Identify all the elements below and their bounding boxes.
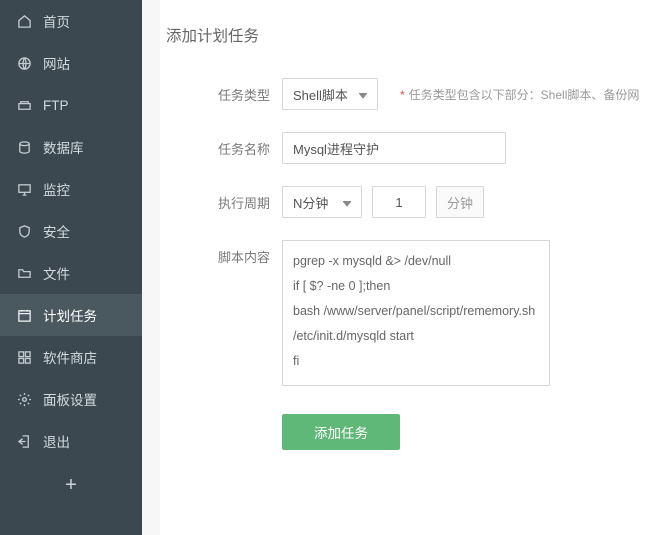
input-task-name-wrap (282, 132, 506, 164)
sidebar-item-label: 安全 (43, 221, 70, 241)
home-icon (16, 13, 32, 29)
database-icon (16, 139, 32, 155)
label-cycle: 执行周期 (218, 186, 282, 212)
shield-icon (16, 223, 32, 239)
globe-icon (16, 55, 32, 71)
select-task-type[interactable]: Shell脚本 (282, 78, 378, 110)
row-cycle: 执行周期 N分钟 分钟 (160, 186, 650, 218)
label-task-type: 任务类型 (218, 78, 282, 104)
select-value: Shell脚本 (293, 85, 348, 104)
page-title: 添加计划任务 (160, 24, 650, 46)
chevron-down-icon (359, 87, 367, 102)
sidebar-item-ftp[interactable]: FTP (0, 84, 142, 126)
main-area: 添加计划任务 任务类型 Shell脚本 *任务类型包含以下部分：Shell脚本、… (142, 0, 650, 535)
input-cycle-number-wrap (372, 186, 426, 218)
cycle-unit: 分钟 (436, 186, 484, 218)
sidebar-item-cron[interactable]: 计划任务 (0, 294, 142, 336)
sidebar-item-label: 文件 (43, 263, 70, 283)
ftp-icon (16, 97, 32, 113)
monitor-icon (16, 181, 32, 197)
sidebar-item-label: 计划任务 (43, 305, 97, 325)
sidebar-item-appstore[interactable]: 软件商店 (0, 336, 142, 378)
sidebar: 首页 网站 FTP 数据库 监控 安全 文件 计划任务 (0, 0, 142, 535)
sidebar-item-database[interactable]: 数据库 (0, 126, 142, 168)
add-task-button[interactable]: 添加任务 (282, 414, 400, 450)
sidebar-item-label: 面板设置 (43, 389, 97, 409)
label-script: 脚本内容 (218, 240, 282, 266)
sidebar-item-files[interactable]: 文件 (0, 252, 142, 294)
sidebar-item-settings[interactable]: 面板设置 (0, 378, 142, 420)
folder-icon (16, 265, 32, 281)
required-asterisk: * (400, 88, 405, 102)
gear-icon (16, 391, 32, 407)
row-task-type: 任务类型 Shell脚本 *任务类型包含以下部分：Shell脚本、备份网 (160, 78, 650, 110)
label-task-name: 任务名称 (218, 132, 282, 158)
sidebar-item-exit[interactable]: 退出 (0, 420, 142, 462)
sidebar-item-label: 软件商店 (43, 347, 97, 367)
sidebar-item-site[interactable]: 网站 (0, 42, 142, 84)
sidebar-item-label: 监控 (43, 179, 70, 199)
chevron-down-icon (343, 195, 351, 210)
sidebar-item-label: 退出 (43, 431, 70, 451)
sidebar-item-label: FTP (43, 98, 69, 113)
sidebar-item-label: 网站 (43, 53, 70, 73)
input-task-name[interactable] (293, 141, 495, 156)
task-type-hint: *任务类型包含以下部分：Shell脚本、备份网 (400, 86, 639, 103)
sidebar-item-home[interactable]: 首页 (0, 0, 142, 42)
apps-icon (16, 349, 32, 365)
sidebar-item-label: 数据库 (43, 137, 84, 157)
sidebar-item-security[interactable]: 安全 (0, 210, 142, 252)
input-cycle-number[interactable] (383, 195, 415, 210)
select-value: N分钟 (293, 193, 328, 212)
sidebar-item-monitor[interactable]: 监控 (0, 168, 142, 210)
row-script: 脚本内容 pgrep -x mysqld &> /dev/null if [ $… (160, 240, 650, 386)
calendar-icon (16, 307, 32, 323)
select-cycle[interactable]: N分钟 (282, 186, 362, 218)
sidebar-item-label: 首页 (43, 11, 70, 31)
textarea-script[interactable]: pgrep -x mysqld &> /dev/null if [ $? -ne… (282, 240, 550, 386)
exit-icon (16, 433, 32, 449)
plus-icon: + (65, 474, 77, 496)
sidebar-add-button[interactable]: + (0, 462, 142, 509)
row-task-name: 任务名称 (160, 132, 650, 164)
